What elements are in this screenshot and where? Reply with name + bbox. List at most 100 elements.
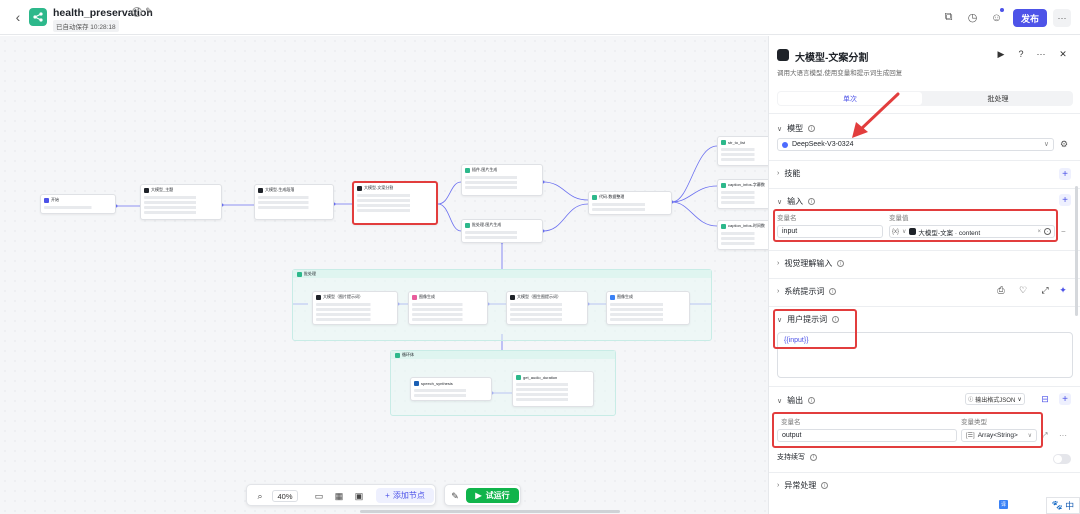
info-icon: ⓘ — [968, 396, 974, 403]
system-prompt-section-header[interactable]: › 系统提示词 i — [777, 286, 837, 297]
speech-synthesis-node[interactable]: speech_synthesis — [410, 377, 492, 401]
ime-label: 中 — [1065, 501, 1075, 511]
pointer-icon[interactable]: ⌕ — [252, 490, 268, 502]
image-gen-node[interactable]: 插件-图片生成 — [461, 164, 543, 196]
notification-dot — [1000, 8, 1004, 12]
info-icon[interactable]: i — [821, 482, 829, 489]
copy-icon[interactable]: ⧉ — [941, 10, 956, 25]
workflow-canvas[interactable]: 开始 大模型_主题 大模型-生成段落 大模型-文案分割 插件-图片生成 批处理-… — [0, 36, 768, 514]
batch-node-3[interactable]: 大模型（图生图提示词） — [506, 291, 588, 325]
help-icon[interactable]: ? — [1015, 48, 1027, 60]
output-format-select[interactable]: ⓘ 输出格式JSON ∨ — [965, 393, 1025, 405]
zoom-select[interactable]: 40% — [272, 490, 298, 502]
caption-node-2[interactable]: caption_infos-字幕数 — [717, 179, 768, 209]
edit-icon[interactable]: ✎ — [144, 6, 154, 16]
expand-icon[interactable]: ⤢ — [1039, 284, 1051, 296]
batch-node-4[interactable]: 图像生成 — [606, 291, 690, 325]
grid-icon[interactable]: ▦ — [333, 490, 345, 502]
plus-icon: + — [385, 491, 390, 500]
add-input-button[interactable]: + — [1059, 194, 1071, 206]
node-title: 图像生成 — [617, 294, 633, 299]
node-title: 代码-数据整理 — [599, 194, 625, 199]
info-icon[interactable]: i — [837, 260, 845, 267]
highlight-output — [772, 412, 1043, 448]
input-section-header[interactable]: ∨ 输入 i — [777, 196, 816, 207]
test-run-label: 试运行 — [485, 491, 510, 500]
chevron-right-icon: › — [777, 170, 780, 177]
error-section-header[interactable]: › 异常处理 i — [777, 480, 829, 491]
start-node[interactable]: 开始 — [40, 194, 116, 214]
publish-button[interactable]: 发布 — [1013, 9, 1047, 27]
batch-image-gen-node[interactable]: 批处理-图片生成 — [461, 219, 543, 243]
tab-batch[interactable]: 批处理 — [925, 92, 1071, 105]
remove-icon[interactable]: − — [1061, 227, 1066, 236]
batch-node-1[interactable]: 大模型（图片提示词） — [312, 291, 398, 325]
model-select[interactable]: DeepSeek-V3-0324 ∨ — [777, 138, 1054, 151]
workflow-editor: ‹ health_preservation i ✎ 已自动保存 10:28:18… — [0, 0, 1080, 514]
info-icon[interactable]: i — [808, 125, 816, 132]
debug-icon[interactable]: ✎ — [449, 490, 461, 502]
audio-duration-node[interactable]: get_audio_duration — [512, 371, 594, 407]
section-title: 输出 — [787, 396, 804, 405]
llm-split-node-selected[interactable]: 大模型-文案分割 — [352, 181, 438, 225]
bulb-icon[interactable]: ♡ — [1017, 284, 1029, 296]
canvas-toolbar: ⌕ 40% ▭ ▦ ▣ + 添加节点 — [246, 484, 436, 506]
info-icon[interactable]: i — [808, 397, 816, 404]
skill-section-header[interactable]: › 技能 — [777, 168, 800, 179]
add-output-button[interactable]: + — [1059, 393, 1071, 405]
collaborator-icon[interactable]: ☺ — [989, 10, 1004, 25]
stream-toggle[interactable] — [1053, 454, 1071, 464]
tab-single[interactable]: 单次 — [778, 92, 922, 105]
gear-icon[interactable]: ⚙ — [1059, 139, 1069, 149]
section-title: 模型 — [787, 124, 804, 133]
library-icon[interactable]: ⎙ — [995, 284, 1007, 296]
import-icon[interactable]: ⊟ — [1039, 393, 1051, 405]
history-icon[interactable]: ◷ — [965, 10, 980, 25]
node-title: get_audio_duration — [523, 374, 558, 380]
ime-indicator[interactable]: 🐾 中 — [1046, 497, 1080, 514]
info-icon[interactable]: i — [132, 7, 142, 17]
node-config-panel: 大模型-文案分割 ▶ ? ··· ✕ 调用大语言模型,使用变量和提示词生成回复 … — [768, 36, 1080, 514]
minimap-icon[interactable]: ▣ — [353, 490, 365, 502]
highlight-input — [773, 209, 1058, 242]
more-icon[interactable]: ··· — [1059, 431, 1067, 440]
ai-optimize-icon[interactable]: ✦ — [1057, 284, 1069, 296]
caption-node-1[interactable]: str_to_list — [717, 136, 768, 166]
chevron-down-icon: ∨ — [777, 397, 783, 405]
chevron-down-icon: ∨ — [777, 198, 783, 206]
chevron-down-icon: ∨ — [777, 125, 783, 133]
add-node-button[interactable]: + 添加节点 — [376, 488, 434, 503]
translate-icon[interactable]: 译 — [999, 500, 1008, 509]
llm-topic-node[interactable]: 大模型_主题 — [140, 184, 222, 220]
llm-generate-node[interactable]: 大模型-生成段落 — [254, 184, 334, 220]
group-title: 批处理 — [304, 271, 316, 276]
back-icon[interactable]: ‹ — [11, 10, 25, 24]
code-merge-node[interactable]: 代码-数据整理 — [588, 191, 672, 215]
deepseek-icon — [782, 142, 788, 148]
section-title: 技能 — [784, 169, 801, 178]
stream-label: 支持续写 — [777, 454, 805, 461]
info-icon[interactable]: i — [808, 198, 816, 205]
more-button[interactable]: ··· — [1053, 9, 1071, 27]
node-title: caption_infos-时间数 — [728, 223, 765, 228]
panel-title: 大模型-文案分割 — [795, 53, 869, 64]
model-section-header[interactable]: ∨ 模型 i — [777, 123, 816, 134]
chevron-right-icon: › — [777, 482, 780, 489]
run-node-icon[interactable]: ▶ — [995, 48, 1007, 60]
node-title: 大模型-生成段落 — [265, 187, 295, 192]
top-bar: ‹ health_preservation i ✎ 已自动保存 10:28:18… — [0, 0, 1080, 35]
horizontal-scrollbar[interactable] — [360, 510, 620, 513]
vision-section-header[interactable]: › 视觉理解输入 i — [777, 258, 845, 269]
batch-node-2[interactable]: 图像生成 — [408, 291, 488, 325]
more-icon[interactable]: ··· — [1035, 48, 1047, 60]
close-icon[interactable]: ✕ — [1057, 48, 1069, 60]
output-section-header[interactable]: ∨ 输出 i — [777, 395, 816, 406]
comment-icon[interactable]: ▭ — [313, 490, 325, 502]
test-run-button[interactable]: ▶ 试运行 — [466, 488, 519, 503]
panel-scrollbar[interactable] — [1075, 186, 1078, 316]
info-icon[interactable]: i — [829, 288, 837, 295]
info-icon[interactable]: i — [810, 453, 817, 461]
add-skill-button[interactable]: + — [1059, 168, 1071, 180]
chevron-right-icon: › — [777, 288, 780, 295]
caption-node-3[interactable]: caption_infos-时间数 — [717, 220, 768, 250]
